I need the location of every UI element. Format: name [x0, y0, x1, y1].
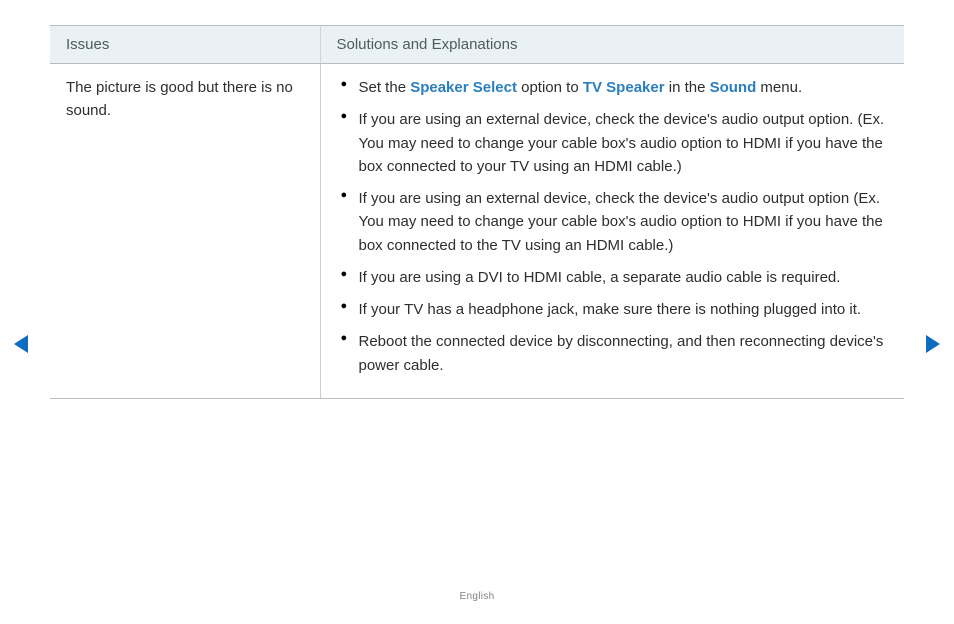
solution-item: Set the Speaker Select option to TV Spea… — [359, 76, 889, 99]
solutions-list: Set the Speaker Select option to TV Spea… — [337, 76, 889, 377]
solution-item: Reboot the connected device by disconnec… — [359, 330, 889, 377]
solution-text: in the — [665, 79, 710, 96]
chevron-right-icon — [924, 333, 942, 355]
solution-item: If you are using an external device, che… — [359, 108, 889, 178]
solution-text: Set the — [359, 79, 411, 96]
header-issues: Issues — [50, 26, 320, 64]
keyword: Sound — [710, 79, 757, 96]
solution-text: If your TV has a headphone jack, make su… — [359, 301, 862, 318]
solution-text: menu. — [756, 79, 802, 96]
solution-text: Reboot the connected device by disconnec… — [359, 333, 884, 373]
solution-text: If you are using a DVI to HDMI cable, a … — [359, 269, 841, 286]
solutions-cell: Set the Speaker Select option to TV Spea… — [320, 64, 904, 399]
solution-item: If you are using an external device, che… — [359, 187, 889, 257]
footer-language: English — [0, 591, 954, 602]
issue-cell: The picture is good but there is no soun… — [50, 64, 320, 399]
table-header-row: Issues Solutions and Explanations — [50, 26, 904, 64]
solution-item: If your TV has a headphone jack, make su… — [359, 298, 889, 321]
page-content: Issues Solutions and Explanations The pi… — [0, 0, 954, 399]
solution-text: If you are using an external device, che… — [359, 111, 885, 175]
header-solutions: Solutions and Explanations — [320, 26, 904, 64]
solution-item: If you are using a DVI to HDMI cable, a … — [359, 266, 889, 289]
table-row: The picture is good but there is no soun… — [50, 64, 904, 399]
next-page-arrow[interactable] — [924, 333, 942, 360]
keyword: Speaker Select — [410, 79, 517, 96]
solution-text: If you are using an external device, che… — [359, 190, 883, 254]
prev-page-arrow[interactable] — [12, 333, 30, 360]
troubleshoot-table: Issues Solutions and Explanations The pi… — [50, 25, 904, 399]
solution-text: option to — [517, 79, 583, 96]
chevron-left-icon — [12, 333, 30, 355]
keyword: TV Speaker — [583, 79, 665, 96]
